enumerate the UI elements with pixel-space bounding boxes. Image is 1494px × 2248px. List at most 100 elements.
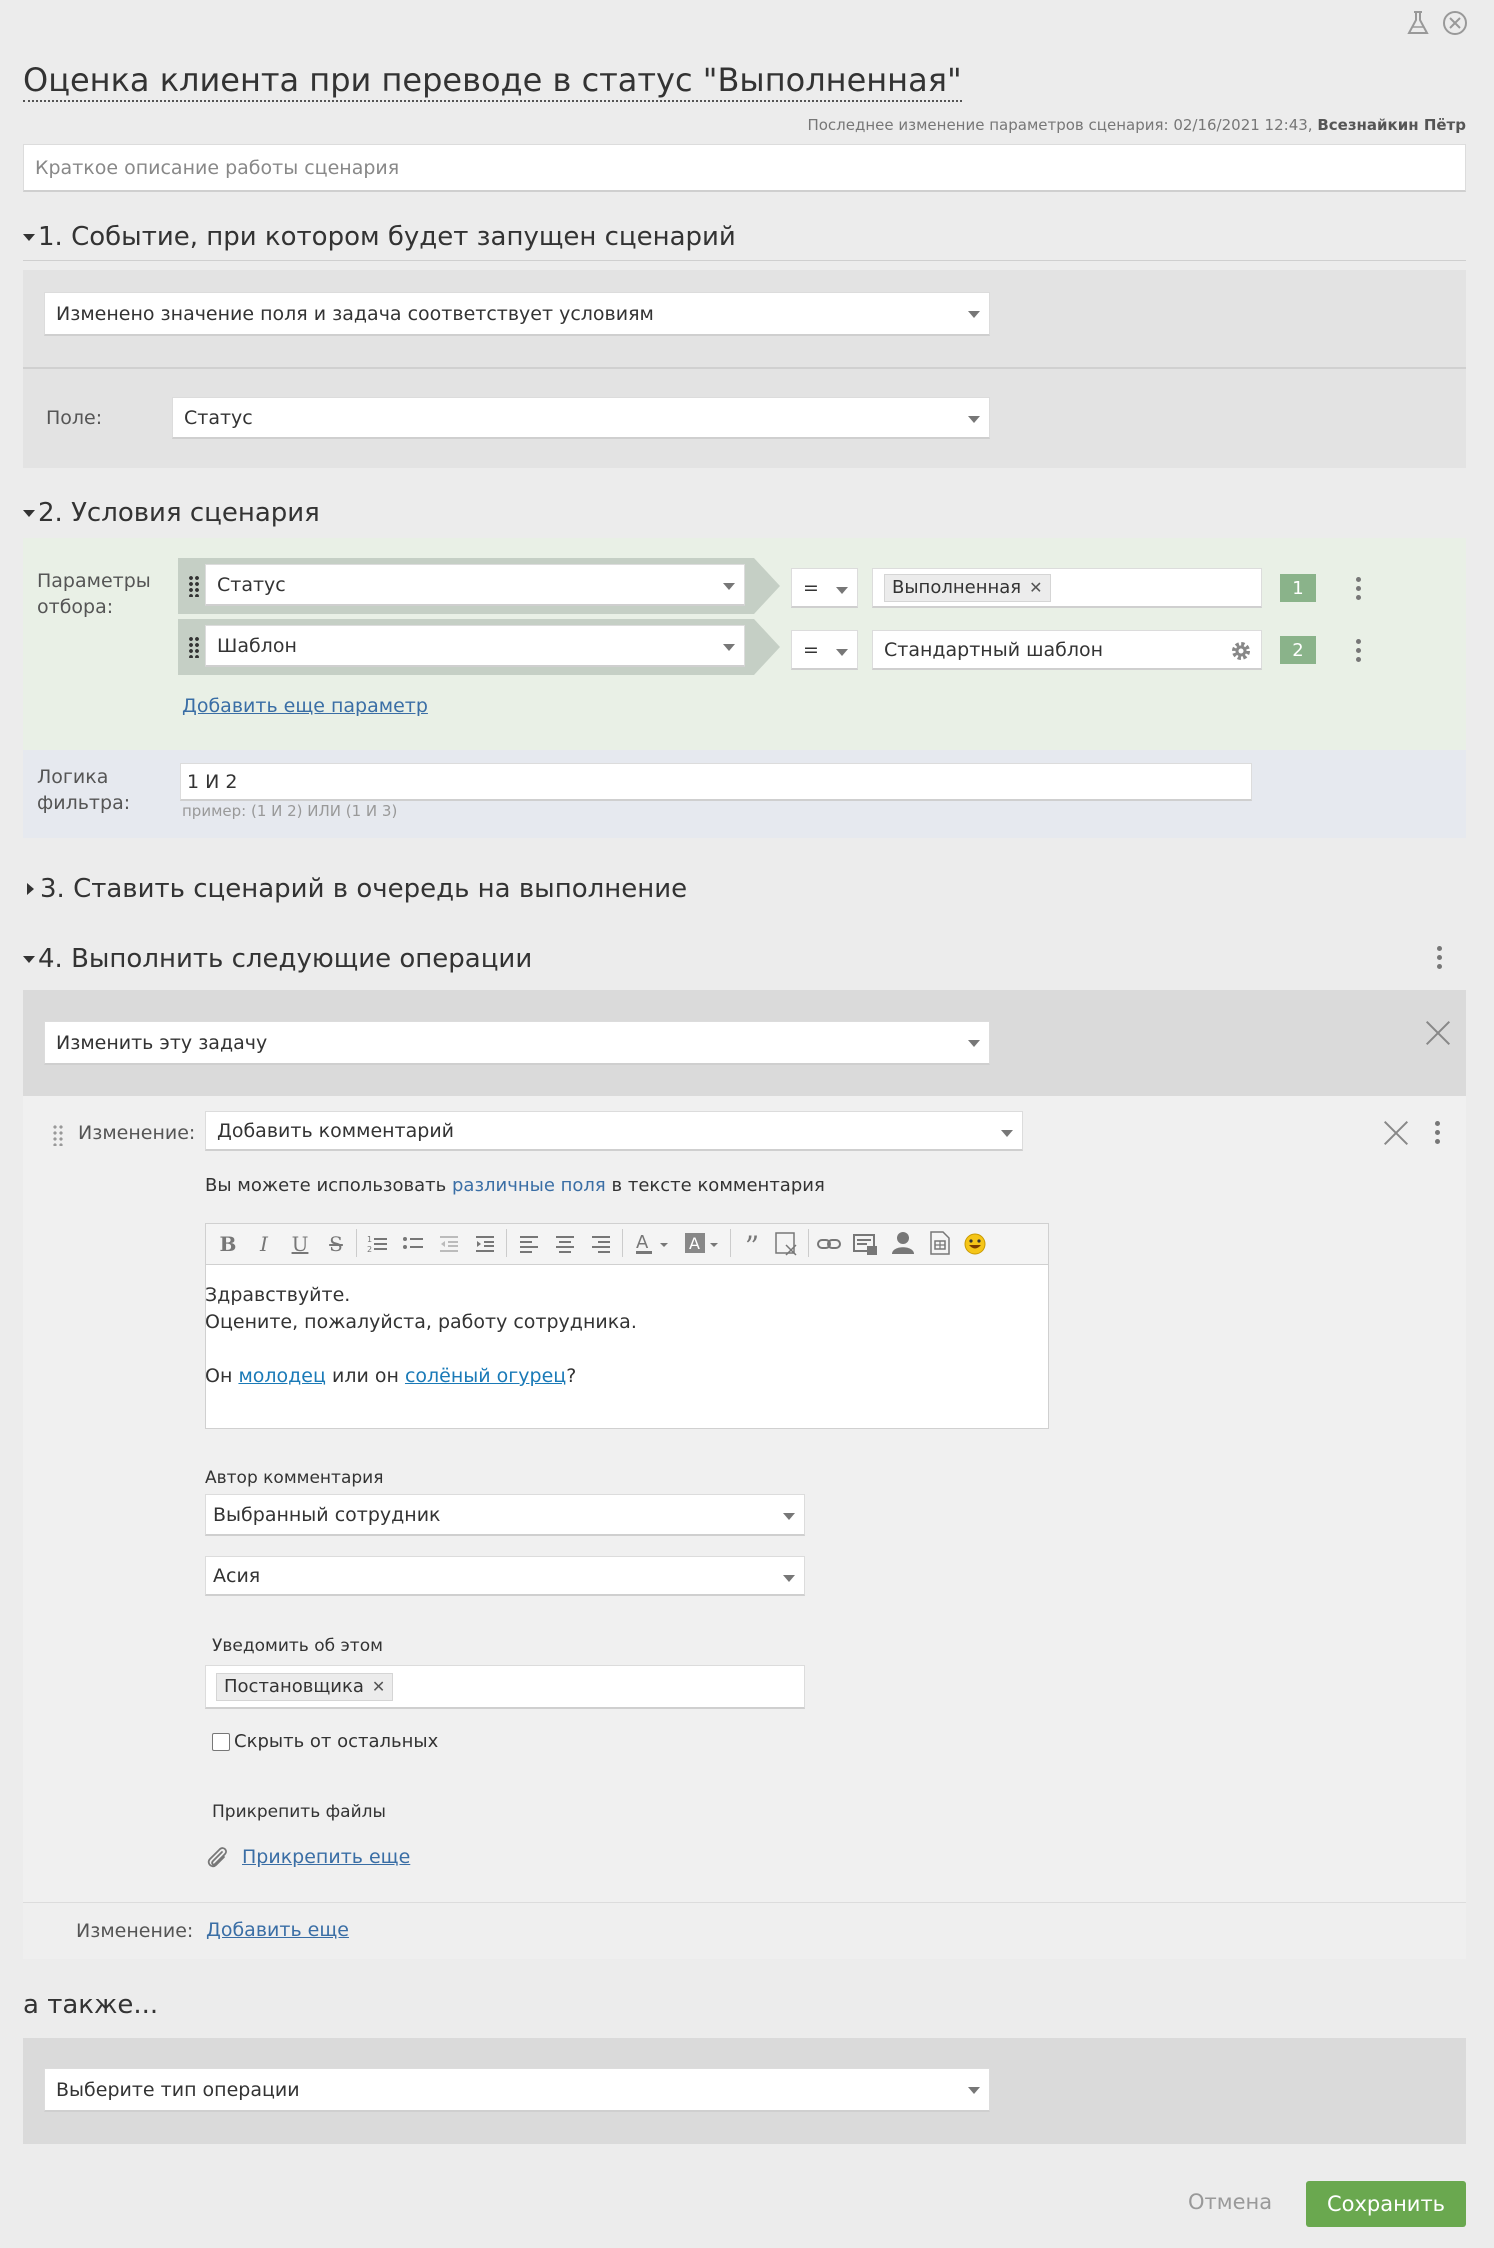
section-3-header[interactable]: 3. Ставить сценарий в очередь на выполне…: [23, 874, 687, 904]
condition-1-operator-select[interactable]: =: [791, 568, 858, 608]
collapse-triangle-icon: [23, 233, 35, 241]
condition-1-menu-icon[interactable]: [1355, 577, 1361, 604]
attach-label: Прикрепить файлы: [212, 1802, 386, 1822]
insert-image-icon[interactable]: [852, 1231, 878, 1257]
change-select[interactable]: Добавить комментарий: [205, 1111, 1023, 1151]
remove-format-icon[interactable]: [774, 1231, 800, 1257]
drag-handle-icon[interactable]: [52, 1124, 64, 1146]
chevron-down-icon: [1001, 1130, 1013, 1137]
add-param-link[interactable]: Добавить еще параметр: [182, 695, 428, 717]
italic-icon[interactable]: I: [252, 1232, 276, 1256]
background-color-icon[interactable]: A: [684, 1231, 720, 1257]
field-link-molodets[interactable]: молодец: [238, 1365, 326, 1387]
link-icon[interactable]: [816, 1233, 842, 1255]
fields-hint-link[interactable]: различные поля: [452, 1175, 606, 1196]
condition-1-value-input[interactable]: Выполненная ✕: [872, 568, 1262, 608]
event-select[interactable]: Изменено значение поля и задача соответс…: [44, 292, 990, 336]
document-template-icon[interactable]: [928, 1230, 952, 1256]
scenario-editor-dialog: Оценка клиента при переводе в статус "Вы…: [0, 0, 1494, 2248]
gear-icon[interactable]: [1229, 639, 1253, 663]
flask-icon[interactable]: [1406, 10, 1430, 36]
chevron-down-icon: [968, 2087, 980, 2094]
attach-more-link[interactable]: Прикрепить еще: [242, 1846, 410, 1868]
author-select[interactable]: Асия: [205, 1556, 805, 1596]
hide-checkbox-row[interactable]: Скрыть от остальных: [212, 1731, 438, 1752]
svg-text:2: 2: [367, 1245, 372, 1254]
chevron-down-icon: [783, 1513, 795, 1520]
condition-2-number-badge: 2: [1280, 636, 1316, 664]
author-mode-select[interactable]: Выбранный сотрудник: [205, 1494, 805, 1536]
editor-empty-line: [205, 1336, 1045, 1363]
condition-2-field-select[interactable]: Шаблон: [205, 625, 745, 667]
add-more-change-link[interactable]: Добавить еще: [206, 1919, 349, 1941]
svg-text:1: 1: [367, 1235, 372, 1244]
save-button[interactable]: Сохранить: [1306, 2181, 1466, 2227]
expand-triangle-icon: [27, 883, 34, 895]
condition-2-value: Стандартный шаблон: [884, 638, 1104, 661]
text-color-icon[interactable]: A: [634, 1231, 670, 1257]
divider: [23, 367, 1466, 369]
hide-checkbox[interactable]: [212, 1732, 230, 1751]
drag-handle-icon[interactable]: [188, 636, 200, 658]
bullet-list-icon[interactable]: [402, 1233, 424, 1255]
ordered-list-icon[interactable]: 12: [366, 1233, 388, 1255]
operation-select[interactable]: Изменить эту задачу: [44, 1021, 990, 1065]
editor-content[interactable]: Здравствуйте. Оцените, пожалуйста, работ…: [205, 1282, 1045, 1390]
blockquote-icon[interactable]: ”: [738, 1230, 766, 1263]
outdent-icon[interactable]: [438, 1233, 460, 1255]
cancel-button[interactable]: Отмена: [1188, 2190, 1272, 2214]
user-mention-icon[interactable]: [890, 1230, 916, 1256]
description-input[interactable]: Краткое описание работы сценария: [23, 144, 1466, 192]
section-4-header[interactable]: 4. Выполнить следующие операции: [23, 944, 532, 974]
tag-remove-icon[interactable]: ✕: [372, 1677, 385, 1696]
chevron-down-icon: [723, 583, 735, 590]
condition-1-field-select[interactable]: Статус: [205, 564, 745, 606]
fields-hint: Вы можете использовать различные поля в …: [205, 1175, 825, 1196]
bold-icon[interactable]: B: [216, 1232, 240, 1256]
last-change-info: Последнее изменение параметров сценария:…: [807, 116, 1466, 134]
field-select[interactable]: Статус: [172, 397, 990, 439]
tag-remove-icon[interactable]: ✕: [1029, 578, 1042, 597]
change-label: Изменение:: [78, 1122, 196, 1144]
align-left-icon[interactable]: [518, 1233, 540, 1255]
condition-1-value-tag[interactable]: Выполненная ✕: [884, 573, 1051, 602]
underline-icon[interactable]: U: [288, 1232, 312, 1256]
remove-operation-icon[interactable]: [1424, 1019, 1452, 1047]
strikethrough-icon[interactable]: S: [324, 1232, 348, 1256]
field-link-ogurets[interactable]: солёный огурец: [405, 1365, 566, 1387]
chevron-down-icon: [836, 649, 848, 656]
section-3-title: 3. Ставить сценарий в очередь на выполне…: [40, 874, 688, 904]
logic-label: Логика фильтра:: [37, 764, 130, 816]
notify-tag[interactable]: Постановщика ✕: [216, 1672, 394, 1701]
drag-handle-icon[interactable]: [188, 575, 200, 597]
condition-2-value-input[interactable]: Стандартный шаблон: [872, 630, 1262, 670]
condition-2-field-value: Шаблон: [217, 634, 297, 657]
condition-2-operator-select[interactable]: =: [791, 630, 858, 670]
paperclip-icon[interactable]: [204, 1844, 230, 1870]
change-menu-icon[interactable]: [1434, 1121, 1440, 1148]
svg-text:A: A: [689, 1234, 700, 1253]
indent-icon[interactable]: [474, 1233, 496, 1255]
notify-label: Уведомить об этом: [212, 1636, 383, 1656]
last-change-author: Всезнайкин Пётр: [1317, 116, 1466, 134]
logic-input[interactable]: 1 И 2: [180, 763, 1252, 801]
logic-label-line1: Логика: [37, 766, 109, 788]
remove-change-icon[interactable]: [1382, 1119, 1410, 1147]
section-2-header[interactable]: 2. Условия сценария: [23, 498, 320, 528]
page-title[interactable]: Оценка клиента при переводе в статус "Вы…: [23, 60, 962, 102]
tag-text: Постановщика: [224, 1676, 364, 1697]
operation-type-select[interactable]: Выберите тип операции: [44, 2068, 990, 2112]
fields-hint-suffix: в тексте комментария: [611, 1175, 825, 1196]
notify-input[interactable]: Постановщика ✕: [205, 1665, 805, 1709]
align-center-icon[interactable]: [554, 1233, 576, 1255]
close-circle-icon[interactable]: [1442, 10, 1468, 36]
tag-text: Выполненная: [892, 577, 1022, 598]
author-mode-value: Выбранный сотрудник: [213, 1503, 441, 1526]
svg-text:A: A: [636, 1232, 649, 1253]
editor-line-3: Он молодец или он солёный огурец?: [205, 1363, 1045, 1390]
condition-2-menu-icon[interactable]: [1355, 639, 1361, 666]
section-4-menu-icon[interactable]: [1436, 946, 1442, 973]
emoji-icon[interactable]: [963, 1232, 987, 1256]
align-right-icon[interactable]: [590, 1233, 612, 1255]
section-1-header[interactable]: 1. Событие, при котором будет запущен сц…: [23, 222, 736, 252]
